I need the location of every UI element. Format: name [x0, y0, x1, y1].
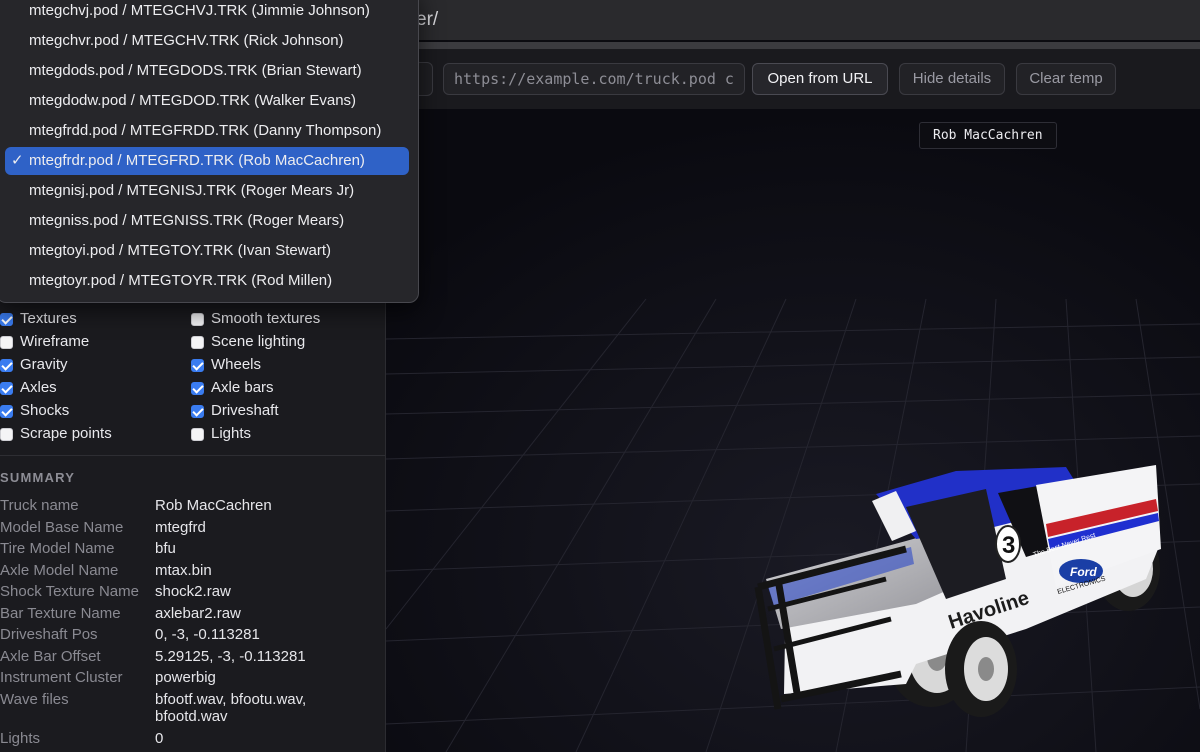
option-label: Gravity [20, 356, 68, 373]
option-label: Shocks [20, 402, 70, 419]
option-text: mtegtoyr.pod / MTEGTOYR.TRK (Rod Millen) [29, 272, 333, 289]
option-axles[interactable]: Axles [0, 379, 180, 401]
summary-key: Model Base Name [0, 519, 124, 536]
summary-key: Shock Texture Name [0, 583, 139, 600]
option-label: Scrape points [20, 425, 112, 442]
dropdown-option[interactable]: mtegdods.pod / MTEGDODS.TRK (Brian Stewa… [5, 57, 409, 85]
dropdown-option[interactable]: mtegtoyr.pod / MTEGTOYR.TRK (Rod Millen) [5, 267, 409, 295]
dropdown-option[interactable]: mtegchvr.pod / MTEGCHV.TRK (Rick Johnson… [5, 27, 409, 55]
option-shocks[interactable]: Shocks [0, 402, 180, 424]
summary-key: Wave files [0, 691, 69, 708]
option-text: mtegniss.pod / MTEGNISS.TRK (Roger Mears… [29, 212, 345, 229]
summary-key: Instrument Cluster [0, 669, 123, 686]
checkbox[interactable] [191, 359, 204, 372]
option-lights[interactable]: Lights [191, 425, 371, 447]
panel-divider [0, 455, 385, 456]
checkbox[interactable] [191, 382, 204, 395]
option-label: Wireframe [20, 333, 90, 350]
dropdown-option[interactable]: mtegniss.pod / MTEGNISS.TRK (Roger Mears… [5, 207, 409, 235]
checkbox[interactable] [191, 405, 204, 418]
summary-value: axlebar2.raw [155, 605, 241, 622]
summary-heading: SUMMARY [0, 470, 76, 485]
option-label: Scene lighting [211, 333, 306, 350]
truck-select-dropdown[interactable]: mtegchvj.pod / MTEGCHVJ.TRK (Jimmie John… [0, 0, 419, 303]
option-textures[interactable]: Textures [0, 310, 180, 332]
option-label: Textures [20, 310, 77, 327]
hide-details-button[interactable]: Hide details [899, 63, 1005, 95]
summary-value: powerbig [155, 669, 216, 686]
checkbox[interactable] [0, 359, 13, 372]
summary-key: Lights [0, 730, 41, 747]
summary-value: shock2.raw [155, 583, 231, 600]
summary-key: Driveshaft Pos [0, 626, 98, 643]
summary-key: Axle Model Name [0, 562, 119, 579]
summary-key: Bar Texture Name [0, 605, 121, 622]
checkbox[interactable] [191, 313, 204, 326]
option-axle-bars[interactable]: Axle bars [191, 379, 371, 401]
summary-value: mtax.bin [155, 562, 212, 579]
option-smooth-textures[interactable]: Smooth textures [191, 310, 371, 332]
open-from-url-button[interactable]: Open from URL [752, 63, 888, 95]
checkbox[interactable] [0, 313, 13, 326]
summary-value: 0, -3, -0.113281 [155, 626, 260, 643]
checkbox[interactable] [0, 405, 13, 418]
3d-viewport[interactable]: 3 Havoline Ford ELECTRONICS The Best Nev… [386, 109, 1200, 752]
dropdown-option-selected[interactable]: ✓ mtegfrdr.pod / MTEGFRD.TRK (Rob MacCach… [5, 147, 409, 175]
url-input[interactable] [443, 63, 745, 95]
checkbox[interactable] [0, 336, 13, 349]
option-text: mtegtoyi.pod / MTEGTOY.TRK (Ivan Stewart… [29, 242, 332, 259]
option-scrape-points[interactable]: Scrape points [0, 425, 180, 447]
summary-value: Rob MacCachren [155, 497, 272, 514]
dropdown-option[interactable]: mtegfrdd.pod / MTEGFRDD.TRK (Danny Thomp… [5, 117, 409, 145]
truck-number: 3 [1002, 532, 1015, 559]
summary-key: Truck name [0, 497, 79, 514]
summary-value: bfu [155, 540, 176, 557]
option-wheels[interactable]: Wheels [191, 356, 371, 378]
checkbox[interactable] [191, 428, 204, 441]
checkbox[interactable] [191, 336, 204, 349]
option-label: Axle bars [211, 379, 274, 396]
dropdown-option[interactable]: mtegdodw.pod / MTEGDOD.TRK (Walker Evans… [5, 87, 409, 115]
option-text: mtegdodw.pod / MTEGDOD.TRK (Walker Evans… [29, 92, 357, 109]
truck-name-label: Rob MacCachren [919, 122, 1057, 149]
option-label: Lights [211, 425, 252, 442]
option-label: Driveshaft [211, 402, 279, 419]
option-driveshaft[interactable]: Driveshaft [191, 402, 371, 424]
option-text: mtegchvr.pod / MTEGCHV.TRK (Rick Johnson… [29, 32, 344, 49]
brand-decal: Ford [1070, 565, 1097, 579]
dropdown-option[interactable]: mtegtoyi.pod / MTEGTOY.TRK (Ivan Stewart… [5, 237, 409, 265]
summary-key: Axle Bar Offset [0, 648, 101, 665]
option-wireframe[interactable]: Wireframe [0, 333, 180, 355]
option-gravity[interactable]: Gravity [0, 356, 180, 378]
option-text: mtegdods.pod / MTEGDODS.TRK (Brian Stewa… [29, 62, 362, 79]
summary-key: Tire Model Name [0, 540, 115, 557]
checkbox[interactable] [0, 428, 13, 441]
summary-value: mtegfrd [155, 519, 206, 536]
option-text: mtegchvj.pod / MTEGCHVJ.TRK (Jimmie John… [29, 2, 370, 19]
option-label: Axles [20, 379, 57, 396]
clear-temp-button[interactable]: Clear temp [1016, 63, 1116, 95]
option-text: mtegnisj.pod / MTEGNISJ.TRK (Roger Mears… [29, 182, 355, 199]
dropdown-option[interactable]: mtegnisj.pod / MTEGNISJ.TRK (Roger Mears… [5, 177, 409, 205]
summary-value: 0 [155, 730, 164, 747]
option-scene-lighting[interactable]: Scene lighting [191, 333, 371, 355]
summary-value: bfootf.wav, bfootu.wav, bfootd.wav [155, 691, 307, 725]
scene-canvas[interactable]: 3 Havoline Ford ELECTRONICS The Best Nev… [386, 109, 1200, 752]
option-text: mtegfrdd.pod / MTEGFRDD.TRK (Danny Thomp… [29, 122, 382, 139]
option-label: Smooth textures [211, 310, 321, 327]
dropdown-option[interactable]: mtegchvj.pod / MTEGCHVJ.TRK (Jimmie John… [5, 0, 409, 25]
option-text: mtegfrdr.pod / MTEGFRD.TRK (Rob MacCachr… [29, 152, 365, 169]
checkbox[interactable] [0, 382, 13, 395]
checkmark-icon: ✓ [11, 152, 24, 169]
summary-value: 5.29125, -3, -0.113281 [155, 648, 306, 665]
path-text: er/ [416, 9, 439, 30]
option-label: Wheels [211, 356, 262, 373]
